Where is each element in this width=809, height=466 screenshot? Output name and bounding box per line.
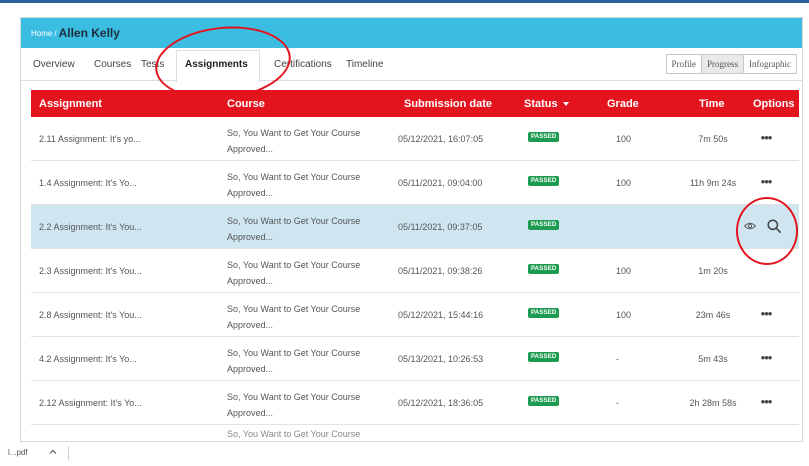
submission-date: 05/12/2021, 15:44:16 — [398, 310, 484, 320]
assignment-name[interactable]: 2.11 Assignment: It's yo... — [39, 134, 141, 144]
sort-caret-icon — [562, 102, 569, 107]
status-badge: PASSED — [528, 264, 560, 274]
breadcrumb: Home / Allen Kelly — [21, 18, 802, 48]
course-name-line1: So, You Want to Get Your Course — [227, 260, 361, 270]
options-menu-button[interactable]: ••• — [753, 174, 779, 189]
table-row[interactable]: 2.8 Assignment: It's You... So, You Want… — [31, 293, 799, 337]
breadcrumb-separator: / — [54, 28, 57, 38]
table-row-partial[interactable]: So, You Want to Get Your Course — [31, 425, 799, 441]
course-name-line1: So, You Want to Get Your Course — [227, 172, 361, 182]
view-profile-button[interactable]: Profile — [666, 55, 702, 73]
chevron-up-icon[interactable] — [48, 447, 58, 457]
course-name-line1: So, You Want to Get Your Course — [227, 348, 361, 358]
table-row[interactable]: 2.12 Assignment: It's Yo... So, You Want… — [31, 381, 799, 425]
submission-date: 05/12/2021, 16:07:05 — [398, 134, 484, 144]
assignment-name[interactable]: 1.4 Assignment: It's Yo... — [39, 178, 137, 188]
download-file-name[interactable]: l...pdf — [8, 448, 28, 457]
course-name-line2: Approved... — [227, 144, 274, 154]
course-name-line1: So, You Want to Get Your Course — [227, 392, 361, 402]
tab-courses[interactable]: Courses — [94, 59, 131, 70]
course-name-line2: Approved... — [227, 320, 274, 330]
table-row[interactable]: 1.4 Assignment: It's Yo... So, You Want … — [31, 161, 799, 205]
options-menu-button[interactable]: ••• — [753, 394, 779, 409]
download-bar: l...pdf — [0, 443, 809, 466]
course-name[interactable]: So, You Want to Get Your Course Approved.… — [227, 125, 360, 157]
course-name-line2: Approved... — [227, 276, 274, 286]
time-spent: 1m 20s — [698, 266, 728, 276]
status-badge: PASSED — [528, 132, 560, 142]
status-badge: PASSED — [528, 396, 560, 406]
column-header-grade[interactable]: Grade — [607, 98, 639, 110]
status-badge: PASSED — [528, 220, 560, 230]
course-name[interactable]: So, You Want to Get Your Course Approved.… — [227, 389, 360, 421]
course-name-line2: Approved... — [227, 364, 274, 374]
options-menu-button[interactable]: ••• — [753, 350, 779, 365]
column-header-submission-date[interactable]: Submission date — [404, 98, 492, 110]
grade: 100 — [616, 310, 632, 320]
status-badge: PASSED — [528, 308, 560, 318]
course-name[interactable]: So, You Want to Get Your Course Approved.… — [227, 213, 360, 245]
course-name-line1: So, You Want to Get Your Course — [227, 216, 361, 226]
course-name-line2: Approved... — [227, 408, 274, 418]
status-badge: PASSED — [528, 352, 560, 362]
course-name[interactable]: So, You Want to Get Your Course Approved.… — [227, 169, 360, 201]
table-row-highlighted[interactable]: 2.2 Assignment: It's You... So, You Want… — [31, 205, 799, 249]
time-spent: 11h 9m 24s — [689, 178, 737, 188]
assignments-table-body: 2.11 Assignment: It's yo... So, You Want… — [31, 117, 799, 441]
table-row[interactable]: 2.3 Assignment: It's You... So, You Want… — [31, 249, 799, 293]
user-detail-panel: Home / Allen Kelly Overview Courses Test… — [20, 17, 803, 442]
course-name[interactable]: So, You Want to Get Your Course Approved.… — [227, 345, 360, 377]
grade: - — [616, 398, 619, 408]
column-header-status[interactable]: Status — [524, 98, 569, 110]
breadcrumb-home-link[interactable]: Home — [31, 29, 52, 38]
submission-date: 05/11/2021, 09:37:05 — [398, 222, 483, 232]
breadcrumb-current: Allen Kelly — [58, 26, 120, 40]
top-border — [0, 0, 809, 3]
tab-bar: Overview Courses Tests Assignments Certi… — [21, 48, 802, 82]
time-spent: 2h 28m 58s — [689, 398, 737, 408]
table-header: Assignment Course Submission date Status… — [31, 90, 799, 117]
table-row[interactable]: 4.2 Assignment: It's Yo... So, You Want … — [31, 337, 799, 381]
assignment-name[interactable]: 2.8 Assignment: It's You... — [39, 310, 142, 320]
course-name-line1: So, You Want to Get Your Course — [227, 304, 361, 314]
column-header-time[interactable]: Time — [699, 98, 724, 110]
course-name-line1: So, You Want to Get Your Course — [227, 128, 361, 138]
divider — [68, 446, 69, 460]
tab-timeline[interactable]: Timeline — [346, 59, 383, 70]
time-spent: 5m 43s — [698, 354, 728, 364]
course-name[interactable]: So, You Want to Get Your Course Approved.… — [227, 301, 360, 333]
time-spent: 23m 46s — [695, 310, 731, 320]
grade: 100 — [616, 266, 632, 276]
column-header-course[interactable]: Course — [227, 98, 265, 110]
status-badge: PASSED — [528, 176, 560, 186]
annotation-circle-search-icon — [736, 197, 798, 265]
submission-date: 05/12/2021, 18:36:05 — [398, 398, 484, 408]
table-row[interactable]: 2.11 Assignment: It's yo... So, You Want… — [31, 117, 799, 161]
submission-date: 05/13/2021, 10:26:53 — [398, 354, 484, 364]
tab-overview[interactable]: Overview — [33, 59, 75, 70]
course-name[interactable]: So, You Want to Get Your Course — [227, 426, 360, 441]
view-infographic-button[interactable]: Infographic — [743, 55, 796, 73]
time-spent: 7m 50s — [698, 134, 728, 144]
view-progress-button[interactable]: Progress — [701, 55, 744, 73]
column-header-assignment[interactable]: Assignment — [39, 98, 102, 110]
assignment-name[interactable]: 2.12 Assignment: It's Yo... — [39, 398, 142, 408]
column-header-options: Options — [753, 98, 795, 110]
options-menu-button[interactable]: ••• — [753, 130, 779, 145]
course-name-line2: Approved... — [227, 232, 274, 242]
view-toggle: Profile Progress Infographic — [665, 54, 797, 74]
assignment-name[interactable]: 2.3 Assignment: It's You... — [39, 266, 142, 276]
submission-date: 05/11/2021, 09:38:26 — [398, 266, 483, 276]
course-name-line2: Approved... — [227, 188, 274, 198]
grade: - — [616, 354, 619, 364]
grade: 100 — [616, 178, 632, 188]
course-name[interactable]: So, You Want to Get Your Course Approved.… — [227, 257, 360, 289]
options-menu-button[interactable]: ••• — [753, 306, 779, 321]
assignment-name[interactable]: 2.2 Assignment: It's You... — [39, 222, 142, 232]
assignment-name[interactable]: 4.2 Assignment: It's Yo... — [39, 354, 137, 364]
grade: 100 — [616, 134, 632, 144]
column-header-status-label: Status — [524, 98, 558, 110]
submission-date: 05/11/2021, 09:04:00 — [398, 178, 483, 188]
